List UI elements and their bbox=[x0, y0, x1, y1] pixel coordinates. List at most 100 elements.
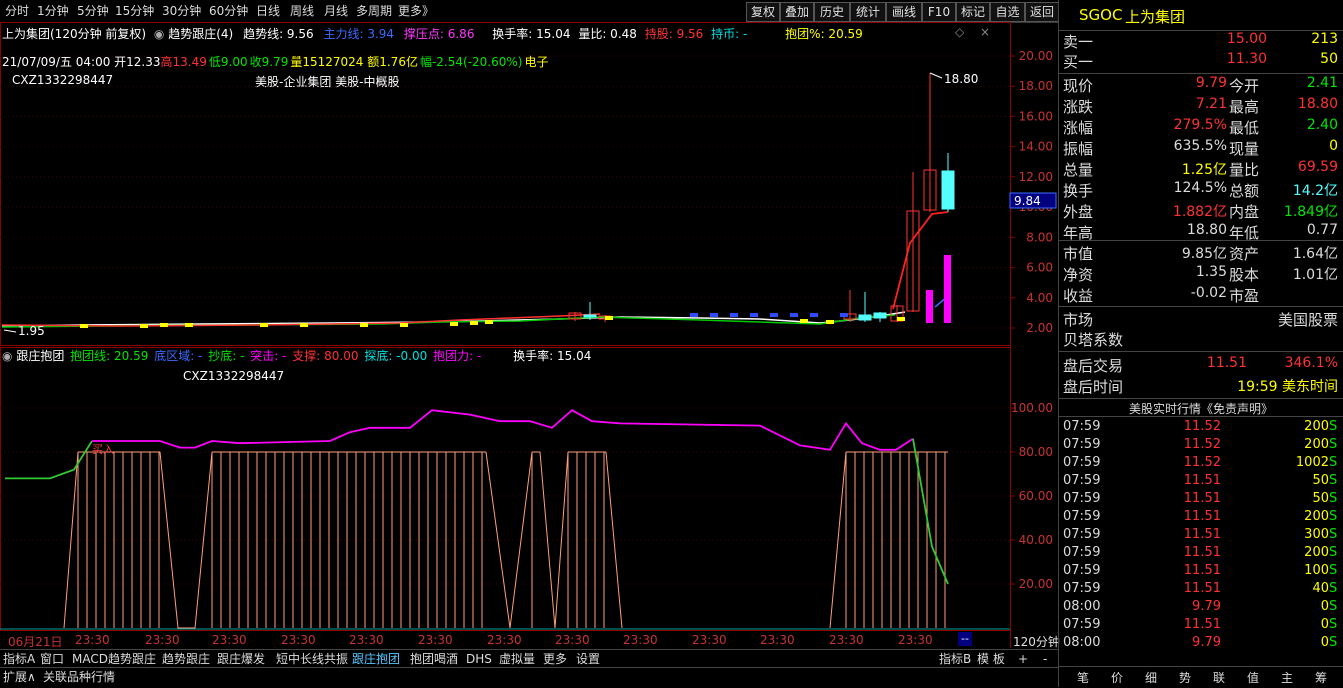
tick-volume: 300 bbox=[1304, 527, 1329, 542]
tick-time: 07:59 bbox=[1063, 527, 1101, 542]
indicator-tab[interactable]: 趋势跟庄 bbox=[162, 651, 210, 668]
yellow-mark bbox=[605, 316, 613, 320]
quote-field-label: 市值 bbox=[1063, 245, 1094, 263]
tick-volume: 0 bbox=[1320, 635, 1329, 650]
tick-volume: 0 bbox=[1320, 617, 1329, 632]
quote-field-value: 1.35 bbox=[1195, 264, 1227, 280]
max-pointer bbox=[929, 72, 943, 79]
tick-side: S bbox=[1329, 437, 1338, 452]
yellow-mark bbox=[485, 320, 493, 324]
quote-bottom-tab[interactable]: 筹 bbox=[1309, 669, 1333, 686]
tick-volume: 200 bbox=[1304, 437, 1329, 452]
indicator-right-tab[interactable]: + bbox=[1018, 651, 1028, 668]
indicator-right-tab[interactable]: 指标B bbox=[939, 651, 971, 668]
quote-bottom-tab[interactable]: 值 bbox=[1241, 669, 1265, 686]
tick-price: 11.52 bbox=[1183, 455, 1221, 470]
indicator-tab[interactable]: 指标A bbox=[3, 651, 35, 668]
quote-bottom-tab[interactable]: 势 bbox=[1173, 669, 1197, 686]
extension-tab[interactable]: 扩展∧ bbox=[3, 669, 36, 686]
tick-side: S bbox=[1329, 545, 1338, 560]
tick-side: S bbox=[1329, 635, 1338, 650]
after-hours-label: 盘后交易 bbox=[1063, 357, 1124, 375]
tick-price: 11.51 bbox=[1183, 527, 1221, 542]
quote-field-value: 1.849亿 bbox=[1283, 204, 1338, 220]
sub-y-tick-label: 20.00 bbox=[1019, 577, 1053, 591]
quote-bottom-tab[interactable]: 联 bbox=[1207, 669, 1231, 686]
tick-time: 07:59 bbox=[1063, 617, 1101, 632]
indicator-tab[interactable]: 窗口 bbox=[40, 651, 64, 668]
quote-bottom-tab[interactable]: 价 bbox=[1105, 669, 1129, 686]
time-axis-label: 23:30 bbox=[555, 633, 590, 647]
tick-side: S bbox=[1329, 509, 1338, 524]
indicator-tab[interactable]: 设置 bbox=[576, 651, 600, 668]
candle-body bbox=[858, 314, 872, 321]
tick-time: 07:59 bbox=[1063, 509, 1101, 524]
indicator-right-tab[interactable]: - bbox=[1043, 651, 1047, 668]
axis-corner[interactable]: -- bbox=[958, 632, 972, 646]
indicator-right-tab[interactable]: 模 板 bbox=[977, 651, 1005, 668]
quote-field-value: 1.882亿 bbox=[1172, 204, 1227, 220]
bid-label: 买一 bbox=[1063, 53, 1094, 71]
time-axis-label: 23:30 bbox=[418, 633, 453, 647]
tick-time: 07:59 bbox=[1063, 455, 1101, 470]
tick-price: 11.51 bbox=[1183, 545, 1221, 560]
extension-tab[interactable]: 关联品种行情 bbox=[43, 669, 115, 686]
indicator-tab[interactable]: 短中长线共振 bbox=[276, 651, 348, 668]
tick-side: S bbox=[1329, 563, 1338, 578]
indicator-tab[interactable]: 虚拟量 bbox=[499, 651, 535, 668]
time-axis-label: 23:30 bbox=[898, 633, 933, 647]
quote-field-label: 换手 bbox=[1063, 182, 1094, 200]
yellow-mark bbox=[897, 317, 905, 321]
main-y-tick-label: 6.00 bbox=[1026, 261, 1053, 275]
quote-field-label: 现价 bbox=[1063, 77, 1094, 95]
blue-mark bbox=[840, 313, 848, 317]
yellow-mark bbox=[470, 321, 478, 325]
indicator-tab[interactable]: 跟庄爆发 bbox=[217, 651, 265, 668]
after-hours-pct: 346.1% bbox=[1284, 355, 1338, 371]
tick-time: 07:59 bbox=[1063, 545, 1101, 560]
tick-side: S bbox=[1329, 599, 1338, 614]
quote-field-value: -0.02 bbox=[1190, 285, 1227, 301]
tick-price: 11.51 bbox=[1183, 581, 1221, 596]
ask-price: 15.00 bbox=[1226, 31, 1267, 47]
ask-label: 卖一 bbox=[1063, 33, 1094, 51]
tick-price: 11.52 bbox=[1183, 437, 1221, 452]
tick-time: 08:00 bbox=[1063, 599, 1101, 614]
stock-symbol: SGOC bbox=[1079, 6, 1123, 24]
indicator-tab[interactable]: 跟庄抱团 bbox=[352, 651, 400, 668]
blue-mark bbox=[690, 313, 698, 317]
time-axis-label: 23:30 bbox=[212, 633, 247, 647]
quote-field-label: 净资 bbox=[1063, 266, 1094, 284]
stock-name: 上为集团 bbox=[1125, 8, 1186, 26]
quote-field-value: 18.80 bbox=[1186, 222, 1227, 238]
indicator-tab[interactable]: 抱团喝酒 bbox=[410, 651, 458, 668]
quote-field-value: 14.2亿 bbox=[1292, 183, 1338, 199]
divider bbox=[1059, 398, 1343, 399]
indicator-tab[interactable]: MACD趋势跟庄 bbox=[72, 651, 156, 668]
quote-bottom-tab[interactable]: 笔 bbox=[1071, 669, 1095, 686]
tick-side: S bbox=[1329, 419, 1338, 434]
support-v bbox=[63, 451, 79, 629]
ask-volume: 213 bbox=[1311, 31, 1338, 47]
quote-field-value: 279.5% bbox=[1173, 117, 1227, 133]
after-hours-price: 11.51 bbox=[1206, 355, 1247, 371]
tick-price: 11.51 bbox=[1183, 563, 1221, 578]
tick-time: 07:59 bbox=[1063, 581, 1101, 596]
candle-body bbox=[583, 314, 597, 318]
quote-field-label: 今开 bbox=[1229, 77, 1260, 95]
indicator-tab[interactable]: DHS bbox=[466, 651, 492, 668]
quote-field-value: 1.01亿 bbox=[1292, 267, 1338, 283]
quote-bottom-tab[interactable]: 细 bbox=[1139, 669, 1163, 686]
tick-time: 07:59 bbox=[1063, 491, 1101, 506]
after-time-label: 盘后时间 bbox=[1063, 378, 1124, 396]
quote-bottom-tab[interactable]: 主 bbox=[1275, 669, 1299, 686]
tick-side: S bbox=[1329, 617, 1338, 632]
time-axis-label: 23:30 bbox=[145, 633, 180, 647]
chart-canvas[interactable]: 20.0018.0016.0014.0012.0010.008.006.004.… bbox=[0, 0, 1058, 650]
time-axis-label: 23:30 bbox=[75, 633, 110, 647]
period-label[interactable]: 120分钟 bbox=[1013, 633, 1060, 650]
indicator-tab[interactable]: 更多 bbox=[543, 651, 567, 668]
yellow-mark bbox=[400, 323, 408, 327]
tick-time: 07:59 bbox=[1063, 437, 1101, 452]
quote-field-value: 2.41 bbox=[1306, 75, 1338, 91]
